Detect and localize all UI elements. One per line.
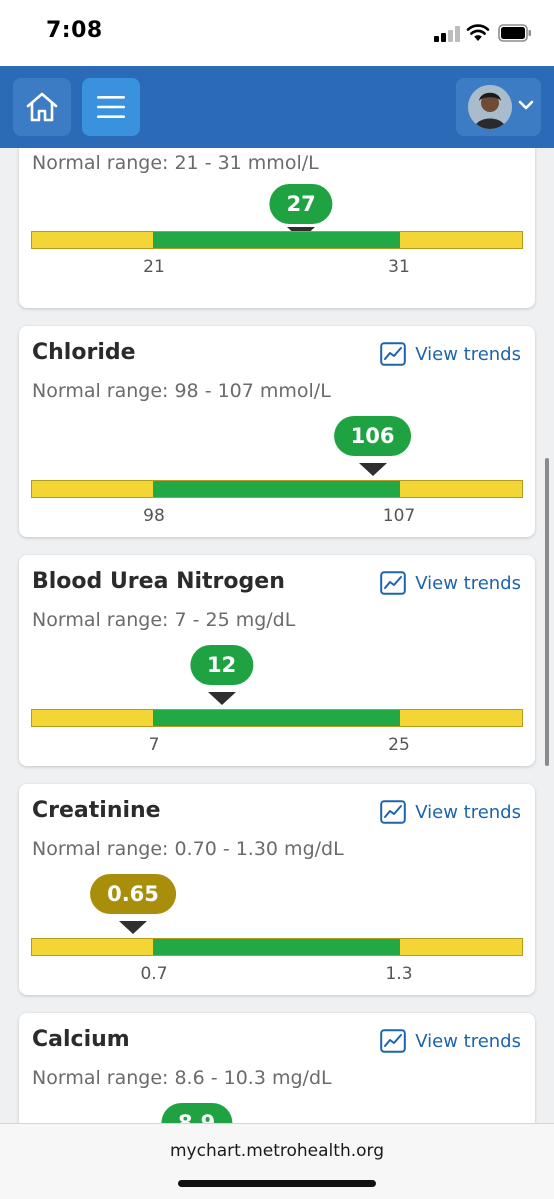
view-trends-label: View trends	[415, 343, 521, 365]
result-value-badge: 8.9	[160, 1103, 233, 1123]
result-card-bun: Blood Urea Nitrogen View trends Normal r…	[19, 555, 535, 766]
menu-button[interactable]	[82, 78, 140, 136]
result-card-calcium: Calcium View trends Normal range: 8.6 - …	[19, 1013, 535, 1123]
normal-range-text: Normal range: 98 - 107 mmol/L	[32, 380, 331, 402]
result-value-badge: 106	[333, 416, 412, 456]
result-value-badge: 27	[269, 184, 333, 224]
result-card-co2: Normal range: 21 - 31 mmol/L 27 21 31	[19, 148, 535, 308]
home-indicator[interactable]	[178, 1180, 376, 1187]
view-trends-link[interactable]: View trends	[380, 342, 521, 366]
value-pointer	[119, 921, 147, 934]
low-limit-label: 21	[143, 257, 165, 277]
url-text: mychart.metrohealth.org	[169, 1141, 385, 1161]
high-limit-label: 1.3	[385, 964, 413, 984]
low-limit-label: 98	[143, 506, 165, 526]
low-limit-label: 7	[148, 735, 160, 755]
scrollbar[interactable]	[545, 458, 549, 766]
normal-range-text: Normal range: 0.70 - 1.30 mg/dL	[32, 838, 344, 860]
status-bar: 7:08	[0, 0, 554, 66]
view-trends-link[interactable]: View trends	[380, 1029, 521, 1053]
normal-range-text: Normal range: 7 - 25 mg/dL	[32, 609, 296, 631]
normal-range-text: Normal range: 8.6 - 10.3 mg/dL	[32, 1067, 332, 1089]
normal-range-segment	[153, 232, 400, 248]
result-card-creatinine: Creatinine View trends Normal range: 0.7…	[19, 784, 535, 995]
result-card-chloride: Chloride View trends Normal range: 98 - …	[19, 326, 535, 537]
range-bar	[31, 938, 523, 956]
normal-range-segment	[153, 939, 400, 955]
wifi-icon	[466, 24, 490, 41]
value-pointer	[358, 463, 387, 476]
normal-range-text: Normal range: 21 - 31 mmol/L	[32, 152, 319, 174]
app-header	[0, 66, 554, 148]
results-list[interactable]: Normal range: 21 - 31 mmol/L 27 21 31 Ch…	[0, 148, 554, 1123]
view-trends-link[interactable]: View trends	[380, 800, 521, 824]
high-limit-label: 107	[382, 506, 416, 526]
trend-chart-icon	[380, 342, 407, 366]
trend-chart-icon	[380, 1029, 407, 1053]
avatar	[468, 85, 512, 129]
high-limit-label: 25	[388, 735, 410, 755]
view-trends-label: View trends	[415, 801, 521, 823]
chevron-down-icon	[518, 100, 534, 110]
value-pointer	[207, 692, 236, 705]
battery-icon	[498, 24, 531, 42]
range-bar	[31, 480, 523, 498]
account-menu-button[interactable]	[456, 78, 541, 136]
trend-chart-icon	[380, 571, 407, 595]
result-value-badge: 12	[189, 645, 254, 685]
home-icon	[26, 92, 58, 122]
normal-range-segment	[153, 710, 400, 726]
clock: 7:08	[46, 18, 103, 43]
browser-url-bar[interactable]: mychart.metrohealth.org	[0, 1123, 554, 1199]
result-title: Calcium	[32, 1027, 130, 1052]
result-title: Chloride	[32, 340, 136, 365]
result-title: Blood Urea Nitrogen	[32, 569, 285, 594]
home-button[interactable]	[13, 78, 71, 136]
normal-range-segment	[153, 481, 400, 497]
low-limit-label: 0.7	[140, 964, 168, 984]
range-bar	[31, 231, 523, 249]
hamburger-menu-icon	[97, 96, 125, 118]
view-trends-label: View trends	[415, 1030, 521, 1052]
trend-chart-icon	[380, 800, 407, 824]
result-title: Creatinine	[32, 798, 161, 823]
high-limit-label: 31	[388, 257, 410, 277]
view-trends-link[interactable]: View trends	[380, 571, 521, 595]
cellular-signal-icon	[434, 26, 460, 42]
range-bar	[31, 709, 523, 727]
view-trends-label: View trends	[415, 572, 521, 594]
result-value-badge: 0.65	[90, 874, 176, 914]
